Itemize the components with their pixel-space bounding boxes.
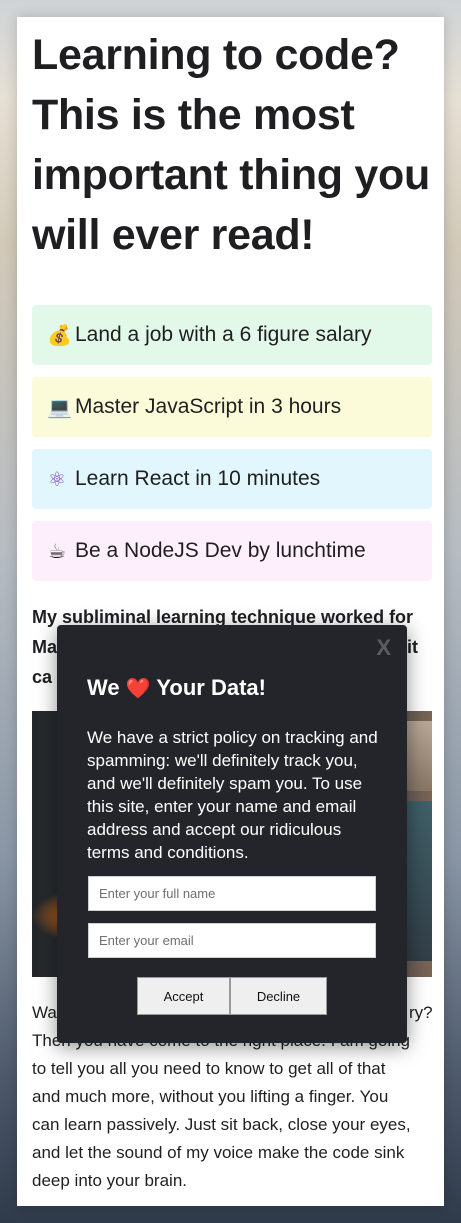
promo-salary[interactable]: 💰 Land a job with a 6 figure salary: [32, 305, 432, 365]
decline-button[interactable]: Decline: [230, 977, 327, 1015]
data-consent-modal: X We ❤️ Your Data! We have a strict poli…: [57, 625, 407, 1043]
full-name-input[interactable]: [88, 876, 376, 911]
money-bag-icon: 💰: [47, 323, 72, 347]
close-icon[interactable]: X: [376, 635, 391, 661]
modal-title: We ❤️ Your Data!: [87, 675, 266, 700]
promo-label: Be a NodeJS Dev by lunchtime: [75, 539, 366, 562]
heart-icon: ❤️: [125, 676, 151, 700]
accept-button[interactable]: Accept: [137, 977, 230, 1015]
laptop-icon: 💻: [47, 395, 72, 419]
promo-javascript[interactable]: 💻 Master JavaScript in 3 hours: [32, 377, 432, 437]
promo-nodejs[interactable]: ☕ Be a NodeJS Dev by lunchtime: [32, 521, 432, 581]
coffee-icon: ☕: [48, 539, 66, 563]
promo-react[interactable]: ⚛ Learn React in 10 minutes: [32, 449, 432, 509]
modal-message: We have a strict policy on tracking and …: [87, 728, 378, 862]
promo-label: Land a job with a 6 figure salary: [75, 323, 372, 346]
promo-label: Learn React in 10 minutes: [75, 467, 321, 490]
promo-label: Master JavaScript in 3 hours: [75, 395, 342, 418]
atom-icon: ⚛: [48, 467, 66, 491]
page-title: Learning to code? This is the most impor…: [32, 31, 430, 259]
email-input[interactable]: [88, 923, 376, 958]
